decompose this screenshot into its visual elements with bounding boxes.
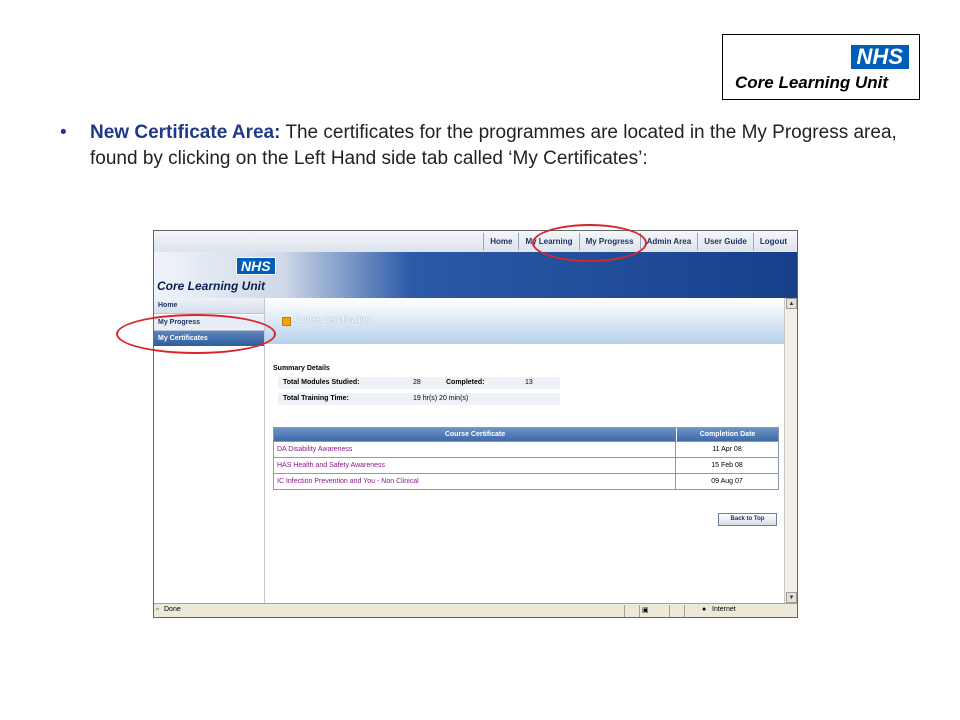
page-header: Course Certification xyxy=(265,298,784,344)
scroll-down-icon[interactable]: ▼ xyxy=(786,592,797,603)
lock-icon: ▣ xyxy=(642,607,649,614)
completed-label: Completed: xyxy=(446,379,485,386)
browser-status-bar: ▫ Done ▣ ● Internet xyxy=(154,603,797,617)
globe-icon: ● xyxy=(702,606,707,613)
orange-square-icon xyxy=(282,317,291,326)
status-divider xyxy=(639,605,640,617)
bullet-paragraph: • New Certificate Area: The certificates… xyxy=(60,120,910,172)
nav-home[interactable]: Home xyxy=(483,233,518,250)
nav-logout[interactable]: Logout xyxy=(752,233,793,250)
summary-row-time: Total Training Time: 19 hr(s) 20 min(s) xyxy=(278,393,560,405)
table-header: Course Certificate Completion Date xyxy=(274,428,778,441)
highlight-my-progress-ring xyxy=(532,224,647,262)
status-divider xyxy=(669,605,670,617)
summary-row-modules: Total Modules Studied: 28 Completed: 13 xyxy=(278,377,560,389)
back-to-top-button[interactable]: Back to Top xyxy=(718,513,777,526)
banner-nhs-logo: NHS xyxy=(236,257,276,275)
modules-value: 28 xyxy=(413,379,421,386)
course-link[interactable]: HAS Health and Safety Awareness xyxy=(274,458,676,473)
col-course-certificate: Course Certificate xyxy=(274,428,677,441)
highlight-my-certificates-ring xyxy=(116,314,276,354)
nav-user-guide[interactable]: User Guide xyxy=(697,233,753,250)
table-row: DA Disability Awareness 11 Apr 08 xyxy=(274,441,778,457)
browser-screenshot: Home My Learning My Progress Admin Area … xyxy=(153,230,798,618)
time-value: 19 hr(s) 20 min(s) xyxy=(413,395,469,402)
core-learning-unit-logo: NHS Core Learning Unit xyxy=(722,34,920,100)
bullet-text: New Certificate Area: The certificates f… xyxy=(90,120,910,172)
page-title: Course Certification xyxy=(294,315,371,324)
page-icon: ▫ xyxy=(156,606,159,613)
status-done: Done xyxy=(164,606,181,613)
zone-text: Internet xyxy=(712,606,736,613)
scroll-up-icon[interactable]: ▲ xyxy=(786,298,797,309)
vertical-scrollbar[interactable]: ▲ ▼ xyxy=(784,298,797,603)
top-navigation: Home My Learning My Progress Admin Area … xyxy=(154,231,797,253)
logo-unit-text: Core Learning Unit xyxy=(735,73,889,92)
main-content: Course Certification Summary Details Tot… xyxy=(265,298,784,603)
site-banner: NHS Core Learning Unit xyxy=(154,252,797,298)
certificate-table: Course Certificate Completion Date DA Di… xyxy=(273,427,779,490)
table-row: IC Infection Prevention and You - Non Cl… xyxy=(274,473,778,489)
nhs-logo: NHS xyxy=(850,45,909,69)
course-link[interactable]: IC Infection Prevention and You - Non Cl… xyxy=(274,474,676,489)
completion-date: 09 Aug 07 xyxy=(711,478,743,485)
sidebar-item-home[interactable]: Home xyxy=(154,298,264,314)
time-label: Total Training Time: xyxy=(283,395,349,402)
bullet-lead: New Certificate Area: xyxy=(90,122,281,143)
status-divider xyxy=(684,605,685,617)
completion-date: 15 Feb 08 xyxy=(711,462,743,469)
col-completion-date: Completion Date xyxy=(699,431,756,438)
bullet-dot: • xyxy=(60,122,67,143)
table-row: HAS Health and Safety Awareness 15 Feb 0… xyxy=(274,457,778,473)
banner-unit-text: Core Learning Unit xyxy=(157,279,266,293)
modules-label: Total Modules Studied: xyxy=(283,379,360,386)
summary-heading: Summary Details xyxy=(273,365,330,372)
nav-admin-area[interactable]: Admin Area xyxy=(639,233,698,250)
status-divider xyxy=(624,605,625,617)
course-link[interactable]: DA Disability Awareness xyxy=(274,442,676,457)
completion-date: 11 Apr 08 xyxy=(712,446,742,453)
completed-value: 13 xyxy=(525,379,533,386)
